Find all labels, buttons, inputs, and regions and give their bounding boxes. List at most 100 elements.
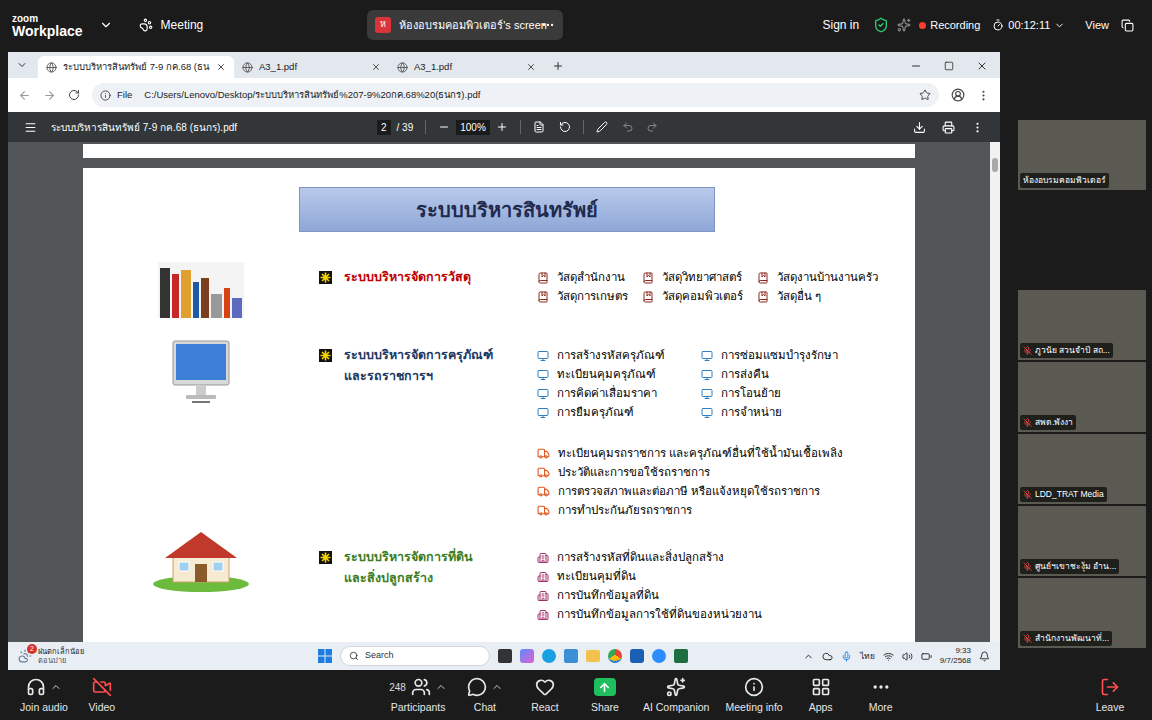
meeting-menu[interactable]: Meeting xyxy=(139,16,204,34)
browser-tab[interactable]: A3_1.pdf xyxy=(234,56,389,78)
page-input[interactable]: 2 xyxy=(377,120,391,135)
list-item: การจำหน่าย xyxy=(701,403,843,422)
app-icon[interactable] xyxy=(498,649,512,663)
zoom-in-icon[interactable] xyxy=(496,121,508,133)
chat-button[interactable]: Chat xyxy=(457,672,513,720)
audio-button[interactable]: Join audio xyxy=(14,672,74,720)
notification-icon[interactable] xyxy=(979,651,990,662)
maximize-icon[interactable] xyxy=(944,61,954,71)
more-button[interactable]: More xyxy=(853,672,909,720)
bookmark-icon[interactable] xyxy=(919,89,931,101)
chevron-up-icon[interactable] xyxy=(50,681,62,693)
zoom-window: zoomWorkplace Meeting หห้องอบรมคอมพิวเตอร์… xyxy=(0,0,1152,720)
zoom-input[interactable]: 100% xyxy=(456,120,490,135)
participant-tile[interactable]: สพด.พังงา xyxy=(1018,362,1146,432)
participants-panel: ห้องอบรมคอมพิวเตอร์ภูวนัย สวนจำปี สถ...ส… xyxy=(1000,50,1152,672)
paw-icon xyxy=(139,18,153,32)
participant-tile[interactable]: ภูวนัย สวนจำปี สถ... xyxy=(1018,290,1146,360)
zoom-out-icon[interactable] xyxy=(438,121,450,133)
list-item: วัสดุการเกษตร xyxy=(537,287,628,306)
share-icon xyxy=(594,678,616,696)
info-button[interactable]: Meeting info xyxy=(719,672,788,720)
fit-page-icon[interactable] xyxy=(533,121,545,133)
recording-indicator[interactable]: Recording xyxy=(919,17,980,34)
scrollbar[interactable] xyxy=(990,142,1000,642)
address-bar[interactable]: FileC:/Users/Lenovo/Desktop/ระบบบริหารสิ… xyxy=(92,83,939,107)
clock[interactable]: 9:339/7/2568 xyxy=(940,646,971,666)
app-icon[interactable] xyxy=(630,649,644,663)
share-screen-tab[interactable]: หห้องอบรมคอมพิวเตอร์'s screen xyxy=(367,10,563,40)
forward-icon[interactable] xyxy=(43,89,56,102)
shield-icon[interactable] xyxy=(873,17,889,33)
chrome-icon[interactable] xyxy=(608,649,622,663)
browser-window: ระบบบริหารสินทรัพย์ 7-9 กค.68 (ธนA3_1.pd… xyxy=(8,52,1000,642)
chat-icon xyxy=(467,677,487,697)
menu-icon[interactable] xyxy=(977,89,990,102)
react-button[interactable]: React xyxy=(517,672,573,720)
cloud-icon[interactable] xyxy=(822,651,833,662)
undo-icon[interactable] xyxy=(622,121,634,133)
participant-tile[interactable]: ห้องอบรมคอมพิวเตอร์ xyxy=(1018,120,1146,190)
chevron-up-icon[interactable] xyxy=(491,681,503,693)
more-icon[interactable] xyxy=(541,18,555,32)
list-item: การสร้างรหัสที่ดินและสิ่งปลูกสร้าง xyxy=(537,548,762,567)
weather-widget[interactable]: 2ฝนตกเล็กน้อยตอนบ่าย xyxy=(18,647,318,665)
leave-button[interactable]: Leave xyxy=(1082,672,1138,720)
system-section: ระบบบริหารจัดการที่ดินและสิ่งปลูกสร้างกา… xyxy=(83,548,915,624)
participant-tile[interactable]: ศูนย์ฯเขาชะงุ้ม อำน... xyxy=(1018,506,1146,576)
chevron-down-icon[interactable] xyxy=(99,18,113,32)
print-icon[interactable] xyxy=(942,121,955,134)
sparkle-icon[interactable] xyxy=(897,18,911,32)
sidebar-icon[interactable] xyxy=(24,121,37,134)
participant-tile[interactable]: สำนักงานพัฒนาที่... xyxy=(1018,578,1146,648)
participant-tile[interactable]: LDD_TRAT Media xyxy=(1018,434,1146,504)
app-icon[interactable] xyxy=(564,649,578,663)
profile-icon[interactable] xyxy=(951,88,965,102)
close-tab-icon[interactable] xyxy=(526,62,536,72)
close-window-icon[interactable] xyxy=(976,60,988,72)
mic-icon[interactable] xyxy=(841,651,852,662)
participants-button[interactable]: 248Participants xyxy=(383,672,453,720)
meeting-timer[interactable]: 00:12:11 xyxy=(992,17,1065,34)
share-button[interactable]: Share xyxy=(577,672,633,720)
app-icon[interactable] xyxy=(652,649,666,663)
app-icon[interactable] xyxy=(520,649,534,663)
house-icon xyxy=(151,526,251,592)
new-tab-icon[interactable] xyxy=(552,60,564,72)
browser-tab[interactable]: A3_1.pdf xyxy=(389,56,544,78)
back-icon[interactable] xyxy=(18,89,31,102)
apps-button[interactable]: Apps xyxy=(793,672,849,720)
download-icon[interactable] xyxy=(913,121,926,134)
reload-icon[interactable] xyxy=(68,89,80,101)
draw-icon[interactable] xyxy=(596,121,608,133)
more-icon[interactable] xyxy=(971,121,984,134)
taskbar-search[interactable]: Search xyxy=(340,646,490,666)
list-item: การส่งคืน xyxy=(701,365,843,384)
language-indicator[interactable]: ไทย xyxy=(860,650,875,663)
ai-button[interactable]: AI Companion xyxy=(637,672,716,720)
list-item: ทะเบียนคุมครุภัณฑ์ xyxy=(537,365,687,384)
battery-icon[interactable] xyxy=(921,651,932,662)
view-button[interactable]: View xyxy=(1085,17,1109,34)
video-button[interactable]: Video xyxy=(74,672,130,720)
excel-icon[interactable] xyxy=(674,649,688,663)
chevron-up-icon[interactable] xyxy=(435,681,447,693)
windows-icon[interactable] xyxy=(318,649,332,663)
redo-icon[interactable] xyxy=(646,121,658,133)
tab-search-icon[interactable] xyxy=(16,59,28,71)
mic-off-icon xyxy=(1023,418,1032,427)
wifi-icon[interactable] xyxy=(883,651,894,662)
zoom-logo[interactable]: zoomWorkplace xyxy=(12,12,83,38)
close-tab-icon[interactable] xyxy=(216,62,226,72)
close-tab-icon[interactable] xyxy=(371,62,381,72)
window-icon[interactable] xyxy=(1121,19,1134,32)
heart-icon xyxy=(535,677,555,697)
sign-in-button[interactable]: Sign in xyxy=(822,16,859,34)
app-icon[interactable] xyxy=(586,650,600,662)
app-icon[interactable] xyxy=(542,649,556,663)
tray-chevron-icon[interactable] xyxy=(803,651,814,662)
rotate-icon[interactable] xyxy=(559,121,571,133)
browser-tab[interactable]: ระบบบริหารสินทรัพย์ 7-9 กค.68 (ธน xyxy=(38,56,234,78)
volume-icon[interactable] xyxy=(902,651,913,662)
minimize-icon[interactable] xyxy=(910,60,922,72)
